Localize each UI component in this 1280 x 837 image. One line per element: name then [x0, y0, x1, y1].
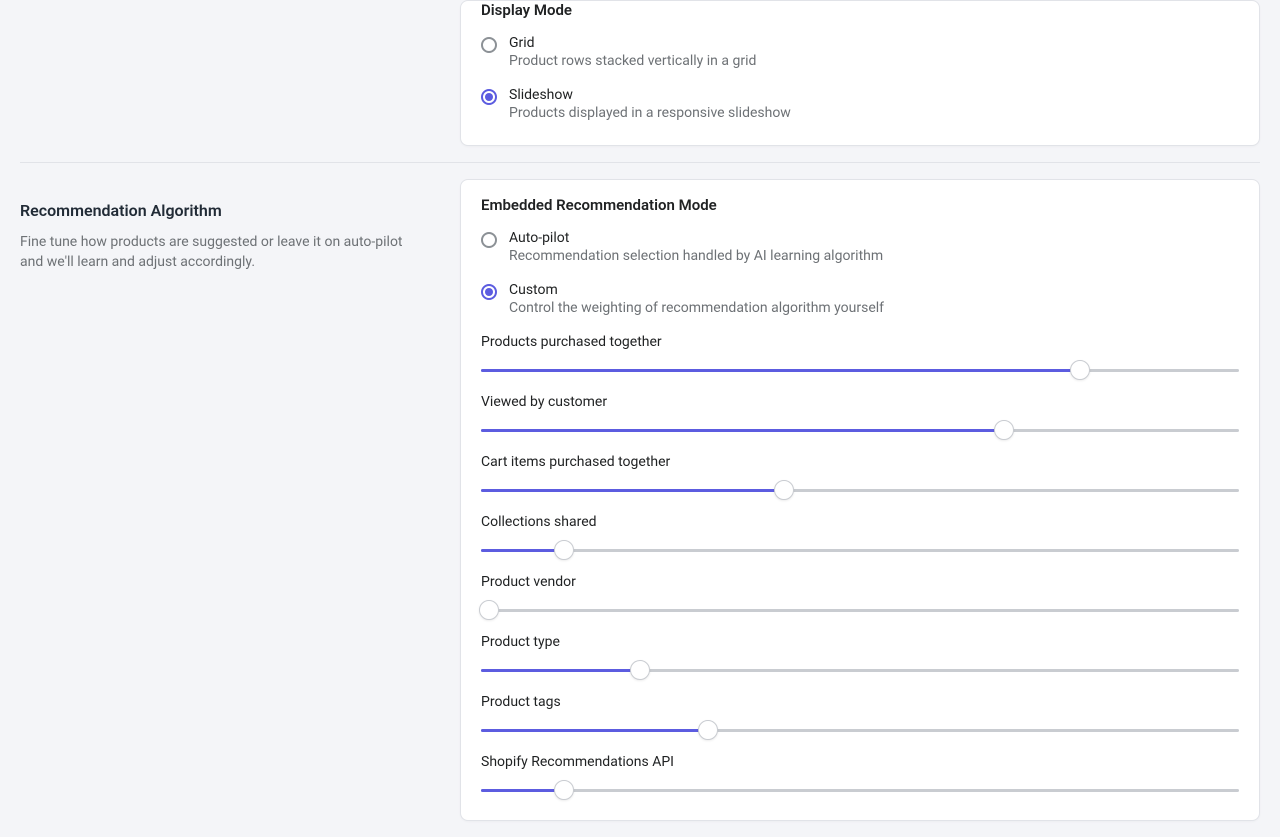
slider-fill	[481, 789, 564, 792]
slider[interactable]	[481, 360, 1239, 380]
rec-option-custom[interactable]: Custom Control the weighting of recommen…	[481, 282, 1239, 316]
radio-icon	[481, 37, 497, 53]
slider-fill	[481, 549, 564, 552]
display-mode-section: Display Mode Grid Product rows stacked v…	[20, 0, 1260, 162]
slider-thumb[interactable]	[554, 780, 574, 800]
slider[interactable]	[481, 480, 1239, 500]
radio-icon	[481, 284, 497, 300]
slider-block: Product tags	[481, 694, 1239, 740]
radio-icon	[481, 89, 497, 105]
radio-label: Custom	[509, 282, 884, 298]
radio-desc: Product rows stacked vertically in a gri…	[509, 53, 756, 69]
slider-fill	[481, 729, 708, 732]
slider[interactable]	[481, 660, 1239, 680]
recommendation-mode-heading: Embedded Recommendation Mode	[481, 196, 1239, 214]
slider-track	[481, 609, 1239, 612]
slider-label: Product type	[481, 634, 1239, 650]
display-mode-card: Display Mode Grid Product rows stacked v…	[460, 0, 1260, 146]
slider-label: Products purchased together	[481, 334, 1239, 350]
slider-label: Collections shared	[481, 514, 1239, 530]
rec-option-autopilot[interactable]: Auto-pilot Recommendation selection hand…	[481, 230, 1239, 264]
slider-label: Product tags	[481, 694, 1239, 710]
display-mode-option-slideshow[interactable]: Slideshow Products displayed in a respon…	[481, 87, 1239, 121]
slider-block: Collections shared	[481, 514, 1239, 560]
slider-label: Cart items purchased together	[481, 454, 1239, 470]
slider-fill	[481, 489, 784, 492]
slider-label: Shopify Recommendations API	[481, 754, 1239, 770]
slider-track	[481, 549, 1239, 552]
recommendation-card: Embedded Recommendation Mode Auto-pilot …	[460, 179, 1260, 821]
radio-desc: Control the weighting of recommendation …	[509, 300, 884, 316]
slider-fill	[481, 669, 640, 672]
slider-label: Viewed by customer	[481, 394, 1239, 410]
slider-block: Product vendor	[481, 574, 1239, 620]
slider-thumb[interactable]	[994, 420, 1014, 440]
slider-thumb[interactable]	[774, 480, 794, 500]
slider[interactable]	[481, 540, 1239, 560]
slider-thumb[interactable]	[698, 720, 718, 740]
slider-block: Viewed by customer	[481, 394, 1239, 440]
slider[interactable]	[481, 600, 1239, 620]
slider-block: Products purchased together	[481, 334, 1239, 380]
slider-thumb[interactable]	[1070, 360, 1090, 380]
slider[interactable]	[481, 720, 1239, 740]
radio-label: Slideshow	[509, 87, 791, 103]
display-mode-heading: Display Mode	[481, 1, 1239, 19]
slider[interactable]	[481, 420, 1239, 440]
recommendation-title: Recommendation Algorithm	[20, 201, 440, 220]
slider-block: Product type	[481, 634, 1239, 680]
slider-thumb[interactable]	[630, 660, 650, 680]
display-mode-meta	[20, 0, 440, 146]
display-mode-option-grid[interactable]: Grid Product rows stacked vertically in …	[481, 35, 1239, 69]
radio-desc: Recommendation selection handled by AI l…	[509, 248, 883, 264]
radio-icon	[481, 232, 497, 248]
slider-fill	[481, 369, 1080, 372]
recommendation-meta: Recommendation Algorithm Fine tune how p…	[20, 179, 440, 821]
slider[interactable]	[481, 780, 1239, 800]
slider-block: Shopify Recommendations API	[481, 754, 1239, 800]
sliders-container: Products purchased together Viewed by cus…	[481, 334, 1239, 800]
recommendation-description: Fine tune how products are suggested or …	[20, 232, 410, 273]
radio-label: Auto-pilot	[509, 230, 883, 246]
radio-desc: Products displayed in a responsive slide…	[509, 105, 791, 121]
slider-track	[481, 789, 1239, 792]
radio-label: Grid	[509, 35, 756, 51]
slider-thumb[interactable]	[554, 540, 574, 560]
recommendation-section: Recommendation Algorithm Fine tune how p…	[20, 162, 1260, 837]
slider-block: Cart items purchased together	[481, 454, 1239, 500]
slider-thumb[interactable]	[479, 600, 499, 620]
slider-label: Product vendor	[481, 574, 1239, 590]
slider-fill	[481, 429, 1004, 432]
